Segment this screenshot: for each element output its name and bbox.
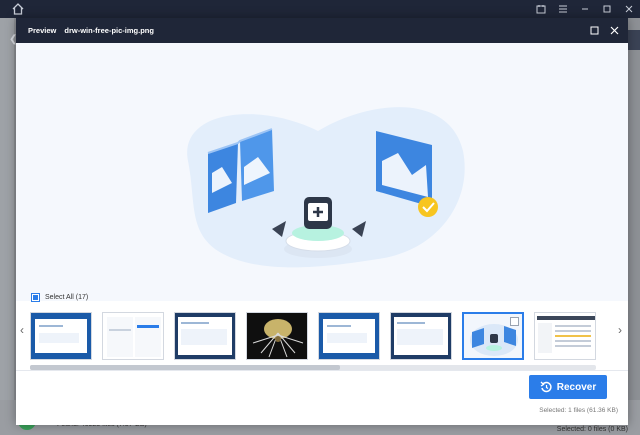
select-all-label: Select All (17) [45, 294, 89, 301]
select-all-box[interactable] [31, 293, 40, 302]
thumbnail-6[interactable] [390, 312, 452, 360]
thumbnail-8[interactable] [534, 312, 596, 360]
dialog-title: Preview [28, 26, 57, 35]
thumbnail-4[interactable] [246, 312, 308, 360]
maximize-icon[interactable] [586, 23, 602, 39]
app-titlebar [0, 0, 640, 18]
thumbnail-2[interactable] [102, 312, 164, 360]
recover-button[interactable]: Recover [529, 375, 607, 399]
app-maximize-icon[interactable] [596, 0, 618, 18]
preview-area [16, 43, 628, 301]
recover-icon [540, 381, 552, 393]
footer-divider [16, 370, 628, 371]
thumbnail-3[interactable] [174, 312, 236, 360]
dialog-filename: drw-win-free-pic-img.png [64, 26, 154, 35]
thumbnail-next-icon[interactable]: › [615, 323, 625, 337]
menu-icon[interactable] [552, 0, 574, 18]
thumbnail-1[interactable] [30, 312, 92, 360]
select-all-checkbox[interactable]: Select All (17) [31, 293, 88, 302]
dialog-titlebar: Preview drw-win-free-pic-img.png [16, 18, 628, 43]
app-side-button[interactable] [626, 30, 640, 50]
app-close-icon[interactable] [618, 0, 640, 18]
thumbnail-prev-icon[interactable]: ‹ [17, 323, 27, 337]
thumbnail-strip [30, 312, 596, 364]
preview-dialog: Preview drw-win-free-pic-img.png Select … [16, 18, 628, 425]
close-icon[interactable] [606, 23, 622, 39]
preview-image [187, 107, 465, 268]
app-selected-count: Selected: 0 files (0 KB) [556, 426, 628, 433]
thumbnail-5[interactable] [318, 312, 380, 360]
app-left-strip [0, 18, 14, 435]
thumbnail-checkbox[interactable] [510, 317, 519, 326]
thumbnail-7-selected[interactable] [462, 312, 524, 360]
selected-count: Selected: 1 files (61.36 KB) [539, 407, 618, 414]
home-icon[interactable] [10, 1, 26, 17]
feedback-icon[interactable] [530, 0, 552, 18]
app-minimize-icon[interactable] [574, 0, 596, 18]
recover-label: Recover [556, 381, 597, 393]
